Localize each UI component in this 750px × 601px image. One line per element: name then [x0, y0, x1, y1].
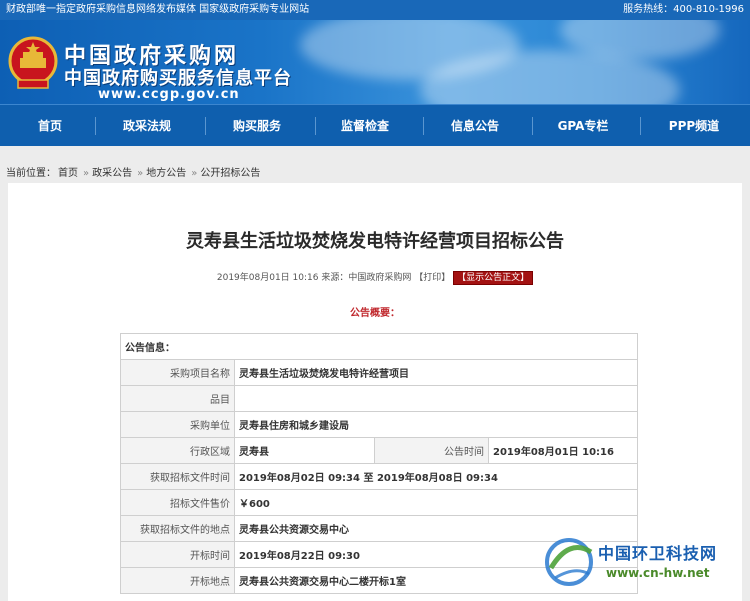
show-body-button[interactable]: 【显示公告正文】	[453, 271, 534, 285]
buyer-label: 采购单位	[120, 411, 235, 438]
breadcrumb-open-tender[interactable]: 公开招标公告	[200, 168, 260, 179]
obtain-time-value: 2019年08月02日 09:34 至 2019年08月08日 09:34	[234, 463, 638, 490]
summary-label: 公告概要：	[350, 308, 400, 319]
breadcrumb-home[interactable]: 首页	[58, 168, 78, 179]
site-notice: 财政部唯一指定政府采购信息网络发布媒体 国家级政府采购专业网站	[6, 4, 310, 15]
obtain-place-label: 获取招标文件的地点	[120, 515, 235, 542]
region-value: 灵寿县	[234, 437, 375, 464]
breadcrumb-prefix: 当前位置：	[6, 168, 56, 179]
table-row: 采购项目名称 灵寿县生活垃圾焚烧发电特许经营项目	[120, 359, 638, 386]
print-link[interactable]: 【打印】	[414, 273, 450, 283]
item-label: 品目	[120, 385, 235, 412]
watermark-url: www.cn-hw.net	[606, 566, 710, 580]
project-name-value: 灵寿县生活垃圾焚烧发电特许经营项目	[234, 359, 638, 386]
nav-regulations[interactable]: 政采法规	[112, 105, 182, 147]
table-row: 品目	[120, 385, 638, 412]
article-meta: 2019年08月01日 10:16 来源：中国政府采购网 【打印】 【显示公告正…	[8, 270, 742, 285]
article-title: 灵寿县生活垃圾焚烧发电特许经营项目招标公告	[186, 231, 564, 252]
table-row: 公告信息：	[120, 333, 638, 360]
buyer-value: 灵寿县住房和城乡建设局	[234, 411, 638, 438]
table-header: 公告信息：	[120, 333, 638, 360]
open-place-label: 开标地点	[120, 567, 235, 594]
nav-announcements[interactable]: 信息公告	[440, 105, 510, 147]
national-emblem-icon	[8, 36, 58, 89]
site-banner: 中国政府采购网 中国政府购买服务信息平台 www.ccgp.gov.cn	[0, 20, 750, 104]
breadcrumb: 当前位置： 首页» 政采公告» 地方公告» 公开招标公告	[6, 168, 261, 179]
nav-home[interactable]: 首页	[22, 105, 78, 147]
breadcrumb-gov-procurement[interactable]: 政采公告	[92, 168, 132, 179]
open-time-label: 开标时间	[120, 541, 235, 568]
table-row: 采购单位 灵寿县住房和城乡建设局	[120, 411, 638, 438]
project-name-label: 采购项目名称	[120, 359, 235, 386]
table-row: 获取招标文件时间 2019年08月02日 09:34 至 2019年08月08日…	[120, 463, 638, 490]
main-nav: 首页 政采法规 购买服务 监督检查 信息公告 GPA专栏 PPP频道	[0, 104, 750, 146]
item-value	[234, 385, 638, 412]
price-label: 招标文件售价	[120, 489, 235, 516]
table-row: 行政区域 灵寿县 公告时间 2019年08月01日 10:16	[120, 437, 638, 464]
nav-gpa[interactable]: GPA专栏	[548, 105, 618, 147]
top-info-bar: 财政部唯一指定政府采购信息网络发布媒体 国家级政府采购专业网站 服务热线：400…	[0, 0, 750, 20]
nav-purchase-service[interactable]: 购买服务	[222, 105, 292, 147]
watermark-name: 中国环卫科技网	[598, 544, 718, 563]
pub-time-label: 公告时间	[374, 437, 489, 464]
service-hotline: 服务热线：400-810-1996	[623, 4, 744, 15]
price-value: ￥600	[234, 489, 638, 516]
article-time-source: 2019年08月01日 10:16 来源：中国政府采购网	[216, 273, 412, 283]
obtain-time-label: 获取招标文件时间	[120, 463, 235, 490]
watermark-logo-icon	[545, 538, 593, 586]
nav-ppp[interactable]: PPP频道	[656, 105, 732, 147]
table-row: 招标文件售价 ￥600	[120, 489, 638, 516]
region-label: 行政区域	[120, 437, 235, 464]
breadcrumb-local-announcements[interactable]: 地方公告	[146, 168, 186, 179]
site-url: www.ccgp.gov.cn	[98, 87, 240, 102]
pub-time-value: 2019年08月01日 10:16	[488, 437, 638, 464]
nav-supervision[interactable]: 监督检查	[330, 105, 400, 147]
